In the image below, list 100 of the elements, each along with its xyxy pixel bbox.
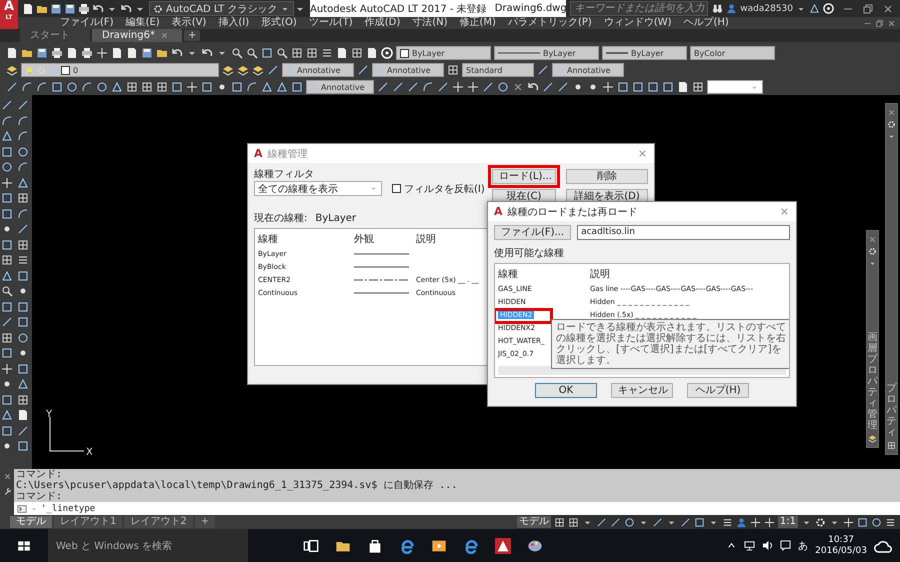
- cross-icon[interactable]: [764, 516, 775, 528]
- menu-item[interactable]: ウィンドウ(W): [604, 17, 672, 29]
- column-header[interactable]: 説明: [590, 267, 610, 281]
- person-icon[interactable]: [736, 516, 747, 528]
- column-header[interactable]: 外観: [354, 232, 416, 246]
- model-space-button[interactable]: モデル: [516, 516, 551, 528]
- line-icon[interactable]: [17, 424, 29, 436]
- linetype-list[interactable]: [494, 263, 790, 378]
- triangle-icon[interactable]: [809, 3, 820, 14]
- bag-icon[interactable]: [367, 538, 383, 554]
- triangle-icon[interactable]: [261, 81, 273, 93]
- square-icon[interactable]: [171, 81, 183, 93]
- property-dropdown[interactable]: ByLayer: [396, 46, 491, 60]
- menu-item[interactable]: 表示(V): [172, 17, 206, 29]
- line-icon[interactable]: [437, 81, 449, 93]
- lines-icon[interactable]: [17, 254, 29, 266]
- circle-icon[interactable]: [1, 161, 13, 173]
- magnifier-icon[interactable]: [246, 47, 258, 59]
- workspace-dropdown[interactable]: AutoCAD LT クラシック: [149, 1, 294, 16]
- layers-icon[interactable]: [237, 64, 249, 76]
- cross-icon[interactable]: [467, 81, 479, 93]
- arc-icon[interactable]: [17, 130, 29, 142]
- line-icon[interactable]: [1, 316, 13, 328]
- arrow-icon[interactable]: [201, 47, 213, 59]
- play-icon[interactable]: [431, 538, 447, 554]
- menu-item[interactable]: 修正(M): [460, 17, 496, 29]
- style-dropdown[interactable]: Annotative: [552, 63, 624, 77]
- dialog-button[interactable]: ロード(L)...: [492, 169, 556, 184]
- arrow-icon[interactable]: [171, 47, 183, 59]
- style-dropdown[interactable]: Annotative: [372, 63, 444, 77]
- line-icon[interactable]: [482, 81, 494, 93]
- gear-icon[interactable]: [868, 247, 877, 256]
- search-field[interactable]: キーワードまたは語句を入力: [570, 1, 708, 16]
- layers-icon[interactable]: [222, 64, 234, 76]
- square-icon[interactable]: [632, 81, 644, 93]
- clock[interactable]: 10:37 2016/05/03: [815, 534, 867, 556]
- circle-icon[interactable]: [17, 146, 29, 158]
- line-icon[interactable]: [377, 81, 389, 93]
- rectangles-icon[interactable]: [303, 538, 319, 554]
- grid-icon[interactable]: [1, 332, 13, 344]
- line-icon[interactable]: [267, 64, 279, 76]
- help-icon[interactable]: [381, 47, 393, 59]
- close-icon[interactable]: [868, 235, 877, 244]
- property-dropdown[interactable]: ByColor: [690, 46, 775, 60]
- grid-icon[interactable]: [1, 254, 13, 266]
- folder-icon[interactable]: [21, 47, 33, 59]
- gear-icon[interactable]: [815, 516, 826, 528]
- lines-icon[interactable]: [722, 516, 733, 528]
- square-icon[interactable]: [647, 81, 659, 93]
- cross-icon[interactable]: [1, 362, 13, 374]
- line-icon[interactable]: [1, 99, 13, 111]
- square-icon[interactable]: [17, 270, 29, 282]
- grid-icon[interactable]: [351, 47, 363, 59]
- dialog-button[interactable]: ヘルプ(H): [687, 383, 749, 398]
- magnifier-icon[interactable]: [231, 47, 243, 59]
- line-icon[interactable]: [652, 516, 663, 528]
- close-icon[interactable]: [882, 2, 894, 14]
- line-icon[interactable]: [357, 64, 369, 76]
- style-dropdown[interactable]: Annotative: [306, 80, 374, 94]
- square-icon[interactable]: [17, 316, 29, 328]
- square-icon[interactable]: [201, 81, 213, 93]
- arc-icon[interactable]: [17, 114, 29, 126]
- grid-icon[interactable]: [554, 516, 565, 528]
- person-icon[interactable]: [726, 3, 738, 14]
- close-icon[interactable]: [2, 472, 12, 481]
- ime-indicator[interactable]: あ: [798, 538, 808, 552]
- close-icon[interactable]: [637, 148, 648, 159]
- column-header[interactable]: 線種: [258, 232, 354, 246]
- property-dropdown[interactable]: ByLayer: [494, 46, 599, 60]
- menu-item[interactable]: 作成(D): [364, 17, 400, 29]
- style-dropdown[interactable]: Annotative: [282, 63, 354, 77]
- square-icon[interactable]: [1, 238, 13, 250]
- filter-dropdown[interactable]: 全ての線種を表示: [254, 181, 382, 196]
- line-icon[interactable]: [680, 516, 691, 528]
- scale-button[interactable]: 1:1: [778, 516, 798, 528]
- page-icon[interactable]: [66, 47, 78, 59]
- menu-item[interactable]: ファイル(F): [60, 17, 114, 29]
- layout-tab[interactable]: レイアウト1: [54, 516, 122, 528]
- windows-logo-icon[interactable]: [17, 538, 31, 552]
- folder-icon[interactable]: [156, 47, 168, 59]
- close-icon[interactable]: [887, 18, 896, 28]
- cross-icon[interactable]: [452, 81, 464, 93]
- line-icon[interactable]: [17, 99, 29, 111]
- arc-icon[interactable]: [1, 114, 13, 126]
- magnifier-icon[interactable]: [276, 47, 288, 59]
- grid-icon[interactable]: [568, 516, 579, 528]
- cross-icon[interactable]: [96, 47, 108, 59]
- grid-icon[interactable]: [156, 81, 168, 93]
- close-icon[interactable]: [887, 108, 896, 117]
- square-icon[interactable]: [1, 347, 13, 359]
- magnifier-icon[interactable]: [1, 285, 13, 297]
- new-tab-button[interactable]: +: [184, 30, 200, 41]
- arrow-icon[interactable]: [92, 2, 104, 14]
- search-field[interactable]: Web と Windows を検索: [48, 529, 248, 562]
- layer-dropdown[interactable]: 0: [21, 63, 219, 77]
- command-input[interactable]: '_linetype: [14, 502, 900, 515]
- line-icon[interactable]: [392, 81, 404, 93]
- monitor-icon[interactable]: [744, 540, 756, 551]
- close-icon[interactable]: [160, 31, 169, 40]
- page-icon[interactable]: [22, 2, 34, 14]
